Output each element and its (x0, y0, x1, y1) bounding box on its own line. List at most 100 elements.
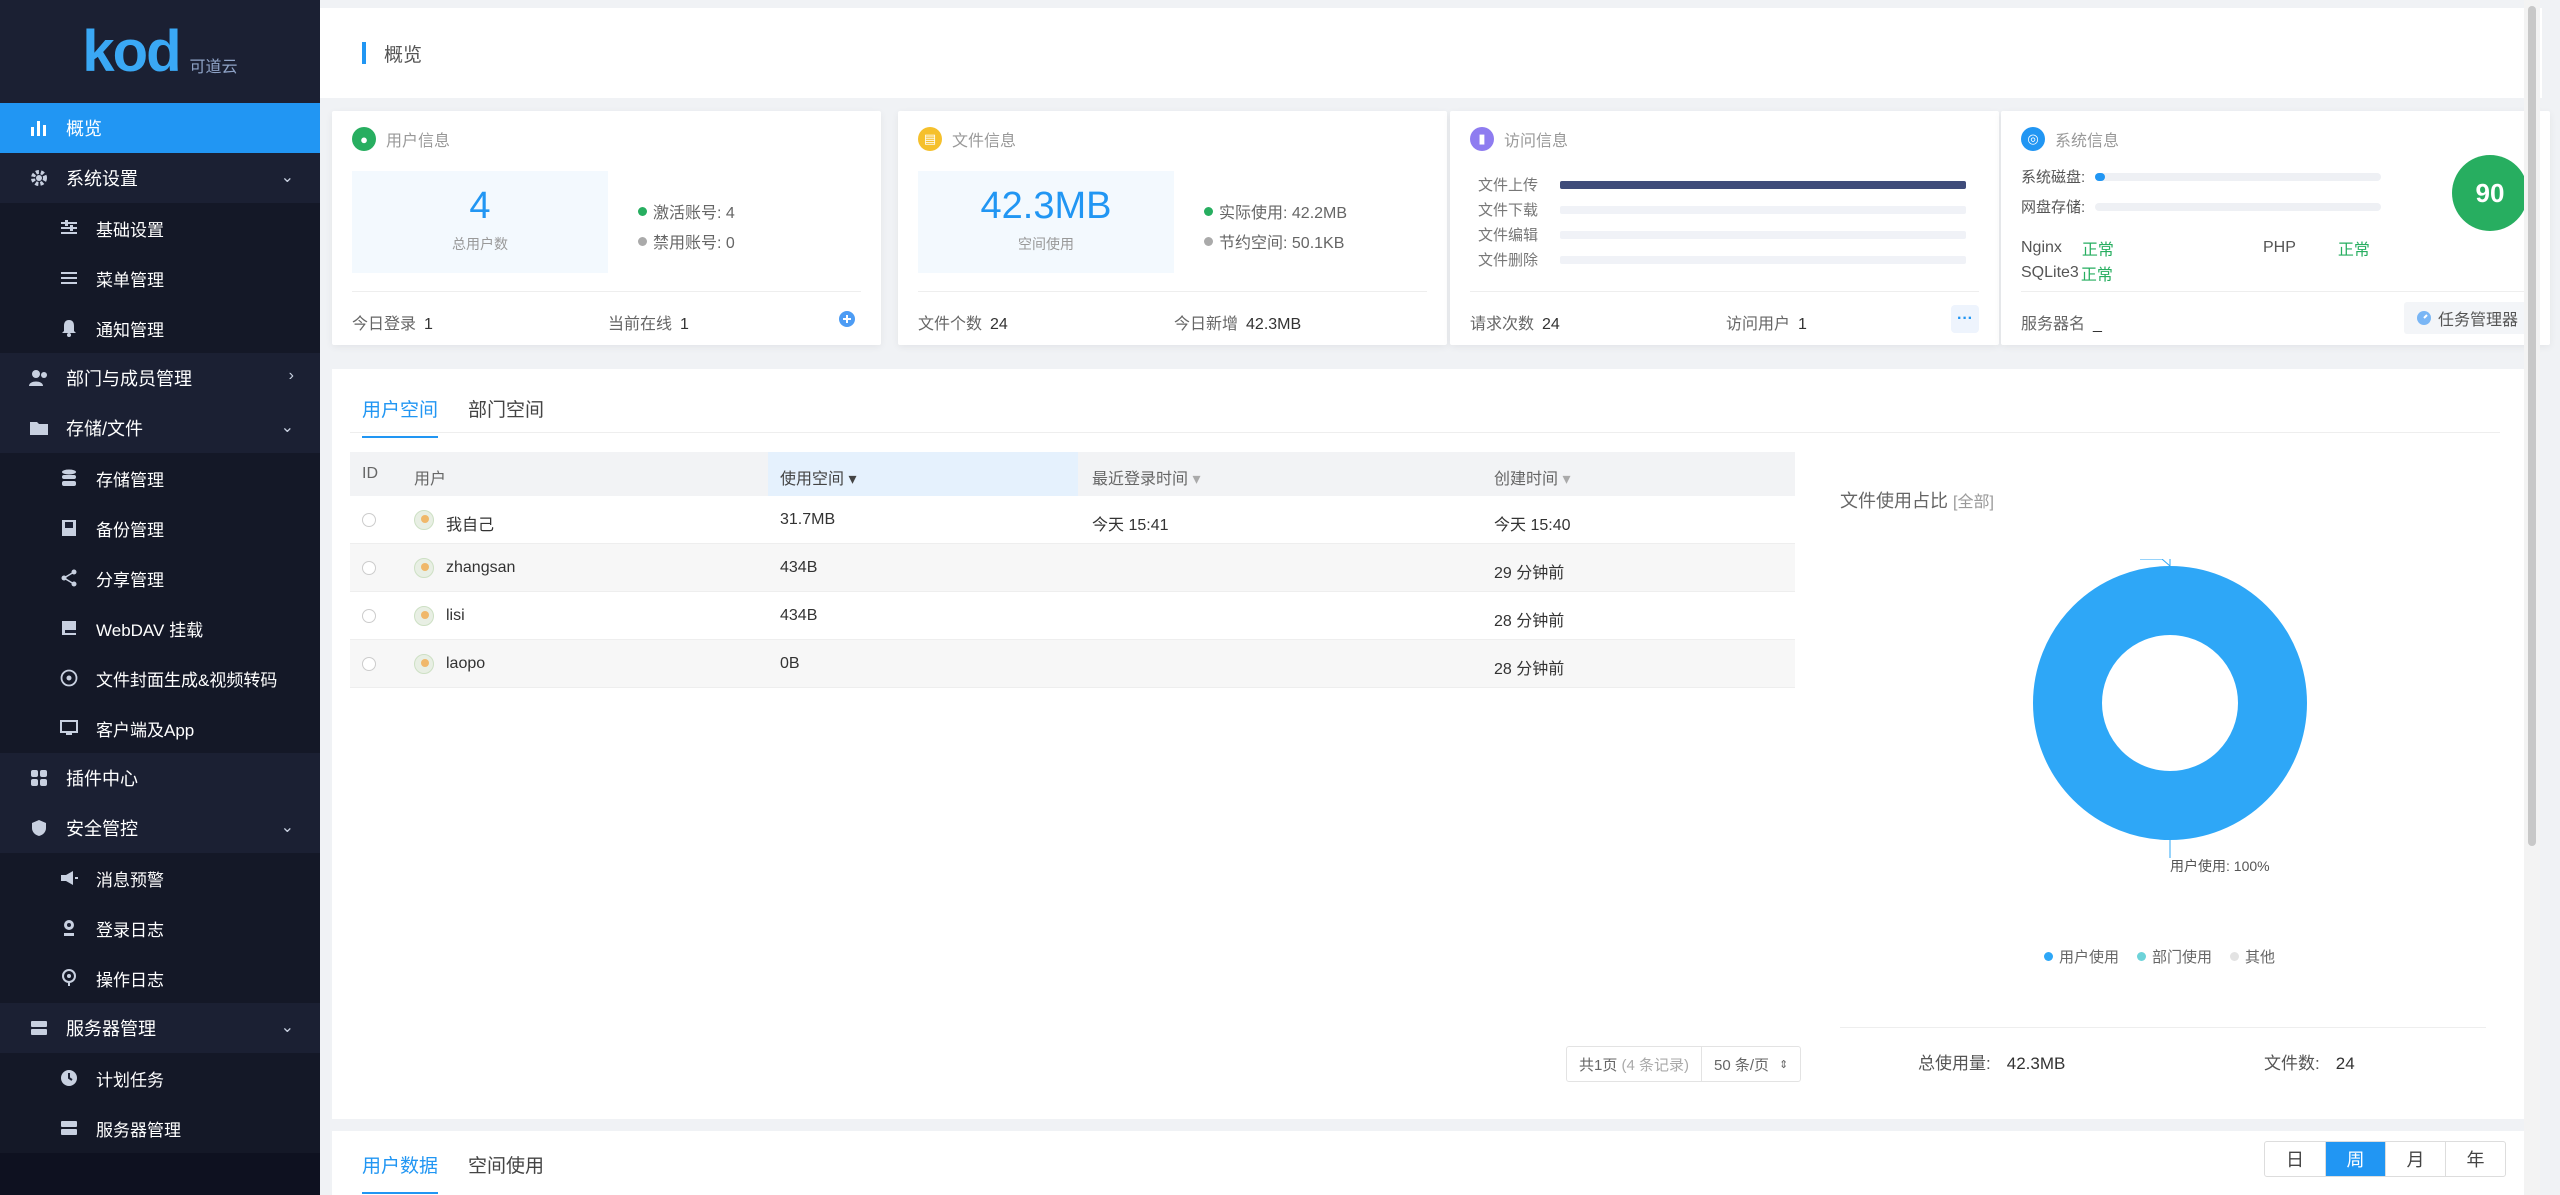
sidebar-item-menu-management[interactable]: 菜单管理 (0, 253, 320, 303)
task-manager-button[interactable]: 任务管理器 (2403, 302, 2530, 334)
chart-scope-link[interactable]: [全部] (1953, 494, 1994, 511)
tabs-divider (350, 432, 2500, 433)
total-usage-label: 总使用量: (1918, 1054, 1991, 1073)
login-log-icon (58, 917, 80, 939)
tab-user-data[interactable]: 用户数据 (362, 1151, 439, 1194)
space-panel: 用户空间 部门空间 ID 用户 使用空间 ▾ 最近登录时间 ▾ 创建时间 ▾ 我… (332, 369, 2530, 1119)
sidebar-item-basic-settings[interactable]: 基础设置 (0, 203, 320, 253)
sidebar-item-label: 通知管理 (96, 320, 164, 340)
scrollbar-thumb[interactable] (2528, 6, 2536, 846)
table-row[interactable]: laopo 0B 28 分钟前 (350, 640, 1795, 688)
sidebar-item-server-management[interactable]: 服务器管理 ⌄ (0, 1003, 320, 1053)
file-count: 文件个数 24 (918, 310, 1008, 334)
period-month[interactable]: 月 (2385, 1142, 2445, 1176)
pie-slice-0[interactable] (2033, 566, 2307, 840)
period-day[interactable]: 日 (2265, 1142, 2325, 1176)
active-accounts-text: 激活账号: 4 (653, 205, 735, 222)
sidebar-item-share-management[interactable]: 分享管理 (0, 553, 320, 603)
sidebar-item-message-alert[interactable]: 消息预警 (0, 853, 320, 903)
card-title: ● 用户信息 (352, 127, 450, 151)
sidebar-item-label: 计划任务 (96, 1070, 164, 1090)
page-title: 概览 (384, 44, 423, 66)
cell-used: 434B (780, 559, 818, 576)
row-select-radio[interactable] (362, 561, 376, 575)
add-user-button[interactable] (833, 305, 861, 333)
column-id[interactable]: ID (362, 465, 378, 483)
chart-title-text: 文件使用占比 (1840, 491, 1948, 511)
table-row[interactable]: 我自己 31.7MB 今天 15:41 今天 15:40 (350, 496, 1795, 544)
sidebar-item-label: 部门与成员管理 (66, 369, 192, 389)
server-sub-icon (58, 1117, 80, 1139)
cell-used: 31.7MB (780, 511, 836, 528)
cell-user: lisi (446, 607, 465, 624)
sidebar-item-notification-management[interactable]: 通知管理 (0, 303, 320, 353)
sidebar-item-storage-files[interactable]: 存储/文件 ⌄ (0, 403, 320, 453)
sidebar-item-label: 插件中心 (66, 769, 138, 789)
visit-row-delete: 文件删除 (1478, 249, 1966, 270)
sidebar-item-scheduled-tasks[interactable]: 计划任务 (0, 1053, 320, 1103)
gray-dot-icon (638, 236, 647, 246)
pager-summary: 共1页 (4 条记录) (1567, 1047, 1703, 1081)
sidebar-item-overview[interactable]: 概览 (0, 103, 320, 153)
legend-item-other[interactable]: 其他 (2230, 946, 2275, 967)
sidebar-item-label: 存储/文件 (66, 419, 144, 439)
row-select-radio[interactable] (362, 513, 376, 527)
column-created[interactable]: 创建时间 ▾ (1494, 465, 1571, 489)
sidebar-item-system-settings[interactable]: 系统设置 ⌄ (0, 153, 320, 203)
sidebar-item-operation-log[interactable]: 操作日志 (0, 953, 320, 1003)
sidebar-item-label: 存储管理 (96, 470, 164, 490)
visit-row-label: 文件删除 (1478, 252, 1539, 269)
online-now: 当前在线 1 (608, 310, 689, 334)
sidebar-item-login-log[interactable]: 登录日志 (0, 903, 320, 953)
table-row[interactable]: zhangsan 434B 29 分钟前 (350, 544, 1795, 592)
gear-icon (28, 167, 50, 189)
column-last-login-label: 最近登录时间 (1092, 471, 1189, 488)
today-login-value: 1 (424, 316, 433, 333)
sidebar-item-departments-members[interactable]: 部门与成员管理 › (0, 353, 320, 403)
sidebar-item-plugin-center[interactable]: 插件中心 (0, 753, 320, 803)
more-button[interactable]: ··· (1951, 305, 1979, 333)
sidebar-item-security[interactable]: 安全管控 ⌄ (0, 803, 320, 853)
card-title-text: 系统信息 (2055, 133, 2120, 150)
column-user[interactable]: 用户 (414, 465, 446, 489)
clock-icon (58, 1067, 80, 1089)
php-value: 正常 (2337, 242, 2370, 259)
health-score[interactable]: 90 (2452, 155, 2528, 231)
page-size-select[interactable]: 50 条/页 ⇕ (1702, 1054, 1800, 1075)
legend-item-user[interactable]: 用户使用 (2044, 946, 2119, 967)
logo[interactable]: kod 可道云 (0, 0, 320, 103)
table-row[interactable]: lisi 434B 28 分钟前 (350, 592, 1795, 640)
legend-item-department[interactable]: 部门使用 (2137, 946, 2212, 967)
green-dot-icon (638, 206, 647, 216)
sidebar-item-webdav[interactable]: WebDAV 挂载 (0, 603, 320, 653)
sidebar-item-storage-management[interactable]: 存储管理 (0, 453, 320, 503)
total-files-label: 文件数: (2264, 1054, 2320, 1073)
row-select-radio[interactable] (362, 657, 376, 671)
sidebar-item-backup-management[interactable]: 备份管理 (0, 503, 320, 553)
updown-icon: ⇕ (1779, 1058, 1789, 1071)
nginx-status: Nginx 正常 (2021, 236, 2114, 260)
column-last-login[interactable]: 最近登录时间 ▾ (1092, 465, 1201, 489)
sidebar-item-label: 服务器管理 (66, 1019, 156, 1039)
system-disk: 系统磁盘: (2021, 166, 2382, 187)
sidebar-item-client-app[interactable]: 客户端及App (0, 703, 320, 753)
file-usage-pie-chart: 用户使用: 100%部门使用: 0%其他: 0% (2033, 559, 2307, 874)
megaphone-icon (58, 867, 80, 889)
visit-row-label: 文件下载 (1478, 202, 1539, 219)
legend-swatch (2137, 952, 2147, 961)
transcode-icon (58, 667, 80, 689)
sidebar-item-server-management-sub[interactable]: 服务器管理 (0, 1103, 320, 1153)
period-week[interactable]: 周 (2325, 1142, 2385, 1176)
chart-divider (1840, 1027, 2486, 1028)
tab-space-usage[interactable]: 空间使用 (468, 1151, 544, 1194)
row-select-radio[interactable] (362, 609, 376, 623)
sidebar-footer (0, 1153, 320, 1195)
chevron-down-icon: ⌄ (280, 819, 294, 836)
column-used-space[interactable]: 使用空间 ▾ (768, 452, 1078, 496)
nginx-value: 正常 (2081, 242, 2114, 259)
data-label-user: 用户使用: 100% (2170, 858, 2270, 874)
sidebar-item-transcode[interactable]: 文件封面生成&视频转码 (0, 653, 320, 703)
page-scrollbar[interactable] (2524, 0, 2540, 1195)
online-value: 1 (680, 316, 689, 333)
period-year[interactable]: 年 (2445, 1142, 2505, 1176)
